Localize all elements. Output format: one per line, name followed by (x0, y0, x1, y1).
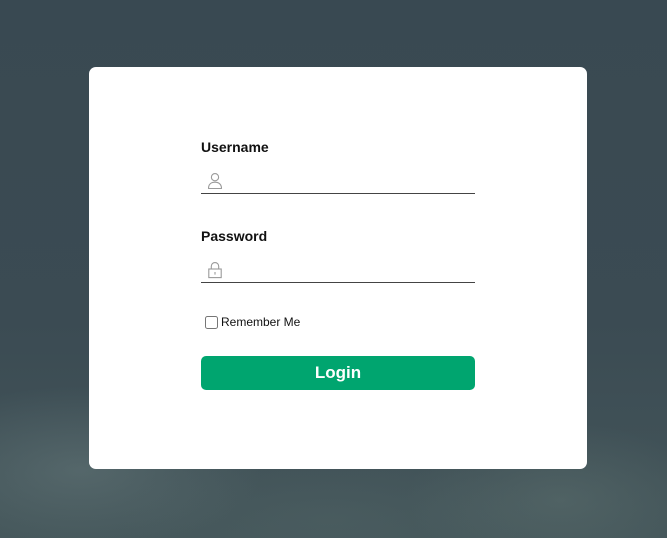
username-input[interactable] (231, 172, 471, 190)
lock-icon (208, 262, 222, 279)
login-button[interactable]: Login (201, 356, 475, 390)
password-input-row (201, 261, 475, 283)
user-icon (207, 173, 223, 190)
username-input-row (201, 172, 475, 194)
remember-me-label[interactable]: Remember Me (221, 314, 300, 330)
remember-me-group: Remember Me (201, 314, 475, 330)
username-label: Username (201, 139, 269, 155)
username-group: Username (201, 139, 475, 194)
password-label: Password (201, 228, 268, 244)
login-form: Username Password Remember Me Login (201, 139, 475, 390)
remember-me-checkbox[interactable] (205, 315, 218, 329)
password-input[interactable] (231, 261, 471, 279)
password-group: Password (201, 228, 475, 283)
login-card: Username Password Remember Me Login (89, 67, 587, 469)
